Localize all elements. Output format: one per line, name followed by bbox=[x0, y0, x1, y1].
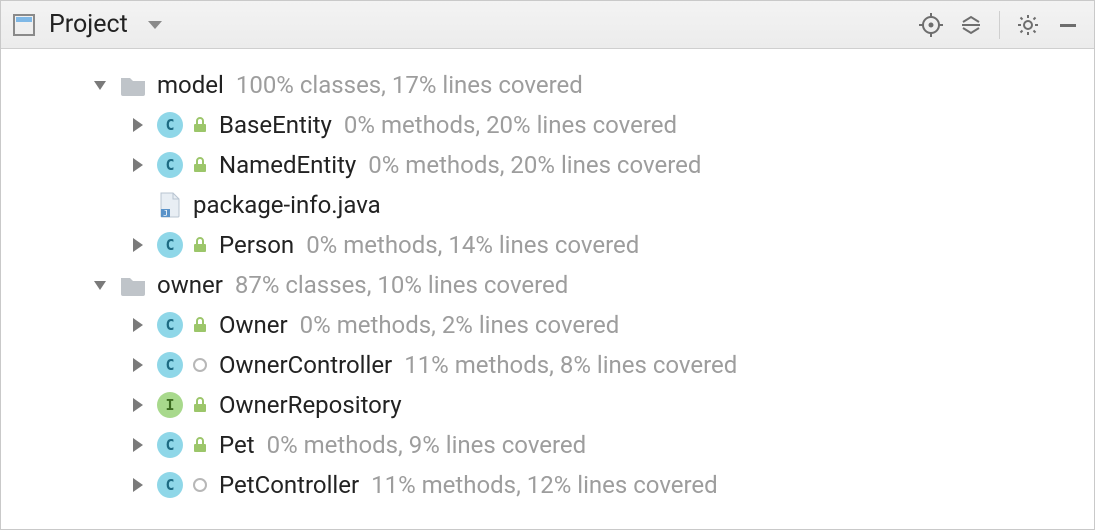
lock-icon bbox=[191, 116, 209, 134]
tree-item[interactable]: C Pet 0% methods, 9% lines covered bbox=[1, 425, 1094, 465]
project-tree[interactable]: model 100% classes, 17% lines covered C … bbox=[1, 49, 1094, 529]
java-file-icon: J bbox=[157, 193, 183, 217]
titlebar: Project bbox=[1, 1, 1094, 49]
lock-icon bbox=[191, 236, 209, 254]
project-window-icon bbox=[11, 12, 37, 38]
public-modifier-icon bbox=[193, 478, 207, 492]
class-icon: C bbox=[157, 112, 183, 138]
chevron-right-icon[interactable] bbox=[129, 436, 147, 454]
dropdown-icon[interactable] bbox=[142, 12, 168, 38]
tree-item[interactable]: C Owner 0% methods, 2% lines covered bbox=[1, 305, 1094, 345]
chevron-down-icon[interactable] bbox=[91, 276, 109, 294]
chevron-right-icon[interactable] bbox=[129, 156, 147, 174]
item-label: NamedEntity bbox=[219, 151, 356, 179]
item-label: package-info.java bbox=[193, 191, 381, 219]
tree-item[interactable]: C Person 0% methods, 14% lines covered bbox=[1, 225, 1094, 265]
hide-button[interactable] bbox=[1052, 9, 1084, 41]
lock-icon bbox=[191, 316, 209, 334]
class-icon: C bbox=[157, 232, 183, 258]
locate-target-button[interactable] bbox=[915, 9, 947, 41]
tree-item[interactable]: C PetController 11% methods, 12% lines c… bbox=[1, 465, 1094, 505]
class-icon: C bbox=[157, 152, 183, 178]
chevron-right-icon[interactable] bbox=[129, 236, 147, 254]
tree-folder[interactable]: owner 87% classes, 10% lines covered bbox=[1, 265, 1094, 305]
coverage-text: 0% methods, 14% lines covered bbox=[306, 231, 639, 259]
folder-label: owner bbox=[157, 271, 223, 299]
lock-icon bbox=[191, 396, 209, 414]
folder-icon bbox=[119, 73, 147, 97]
coverage-text: 0% methods, 20% lines covered bbox=[344, 111, 677, 139]
settings-button[interactable] bbox=[1012, 9, 1044, 41]
item-label: Owner bbox=[219, 311, 288, 339]
coverage-text: 87% classes, 10% lines covered bbox=[235, 271, 568, 299]
item-label: PetController bbox=[219, 471, 359, 499]
folder-label: model bbox=[157, 71, 224, 99]
tree-item[interactable]: I OwnerRepository bbox=[1, 385, 1094, 425]
svg-text:J: J bbox=[163, 209, 168, 218]
tree-item[interactable]: C BaseEntity 0% methods, 20% lines cover… bbox=[1, 105, 1094, 145]
chevron-right-icon[interactable] bbox=[129, 476, 147, 494]
toolbar-separator bbox=[999, 11, 1000, 39]
public-modifier-icon bbox=[193, 358, 207, 372]
chevron-down-icon[interactable] bbox=[91, 76, 109, 94]
coverage-text: 11% methods, 8% lines covered bbox=[404, 351, 737, 379]
lock-icon bbox=[191, 156, 209, 174]
chevron-right-icon[interactable] bbox=[129, 316, 147, 334]
tree-folder[interactable]: model 100% classes, 17% lines covered bbox=[1, 65, 1094, 105]
class-icon: C bbox=[157, 312, 183, 338]
coverage-text: 11% methods, 12% lines covered bbox=[371, 471, 718, 499]
item-label: OwnerController bbox=[219, 351, 392, 379]
project-panel: Project model 100% classes, 1 bbox=[0, 0, 1095, 530]
coverage-text: 100% classes, 17% lines covered bbox=[236, 71, 583, 99]
collapse-all-button[interactable] bbox=[955, 9, 987, 41]
lock-icon bbox=[191, 436, 209, 454]
tree-item[interactable]: C NamedEntity 0% methods, 20% lines cove… bbox=[1, 145, 1094, 185]
class-icon: C bbox=[157, 352, 183, 378]
class-icon: C bbox=[157, 472, 183, 498]
chevron-right-icon[interactable] bbox=[129, 396, 147, 414]
item-label: Person bbox=[219, 231, 294, 259]
folder-icon bbox=[119, 273, 147, 297]
item-label: Pet bbox=[219, 431, 255, 459]
coverage-text: 0% methods, 20% lines covered bbox=[368, 151, 701, 179]
coverage-text: 0% methods, 9% lines covered bbox=[267, 431, 587, 459]
chevron-right-icon[interactable] bbox=[129, 356, 147, 374]
item-label: OwnerRepository bbox=[219, 391, 402, 419]
panel-title: Project bbox=[49, 10, 128, 39]
class-icon: C bbox=[157, 432, 183, 458]
item-label: BaseEntity bbox=[219, 111, 332, 139]
tree-item[interactable]: J package-info.java bbox=[1, 185, 1094, 225]
coverage-text: 0% methods, 2% lines covered bbox=[300, 311, 620, 339]
tree-item[interactable]: C OwnerController 11% methods, 8% lines … bbox=[1, 345, 1094, 385]
chevron-right-icon[interactable] bbox=[129, 116, 147, 134]
interface-icon: I bbox=[157, 392, 183, 418]
